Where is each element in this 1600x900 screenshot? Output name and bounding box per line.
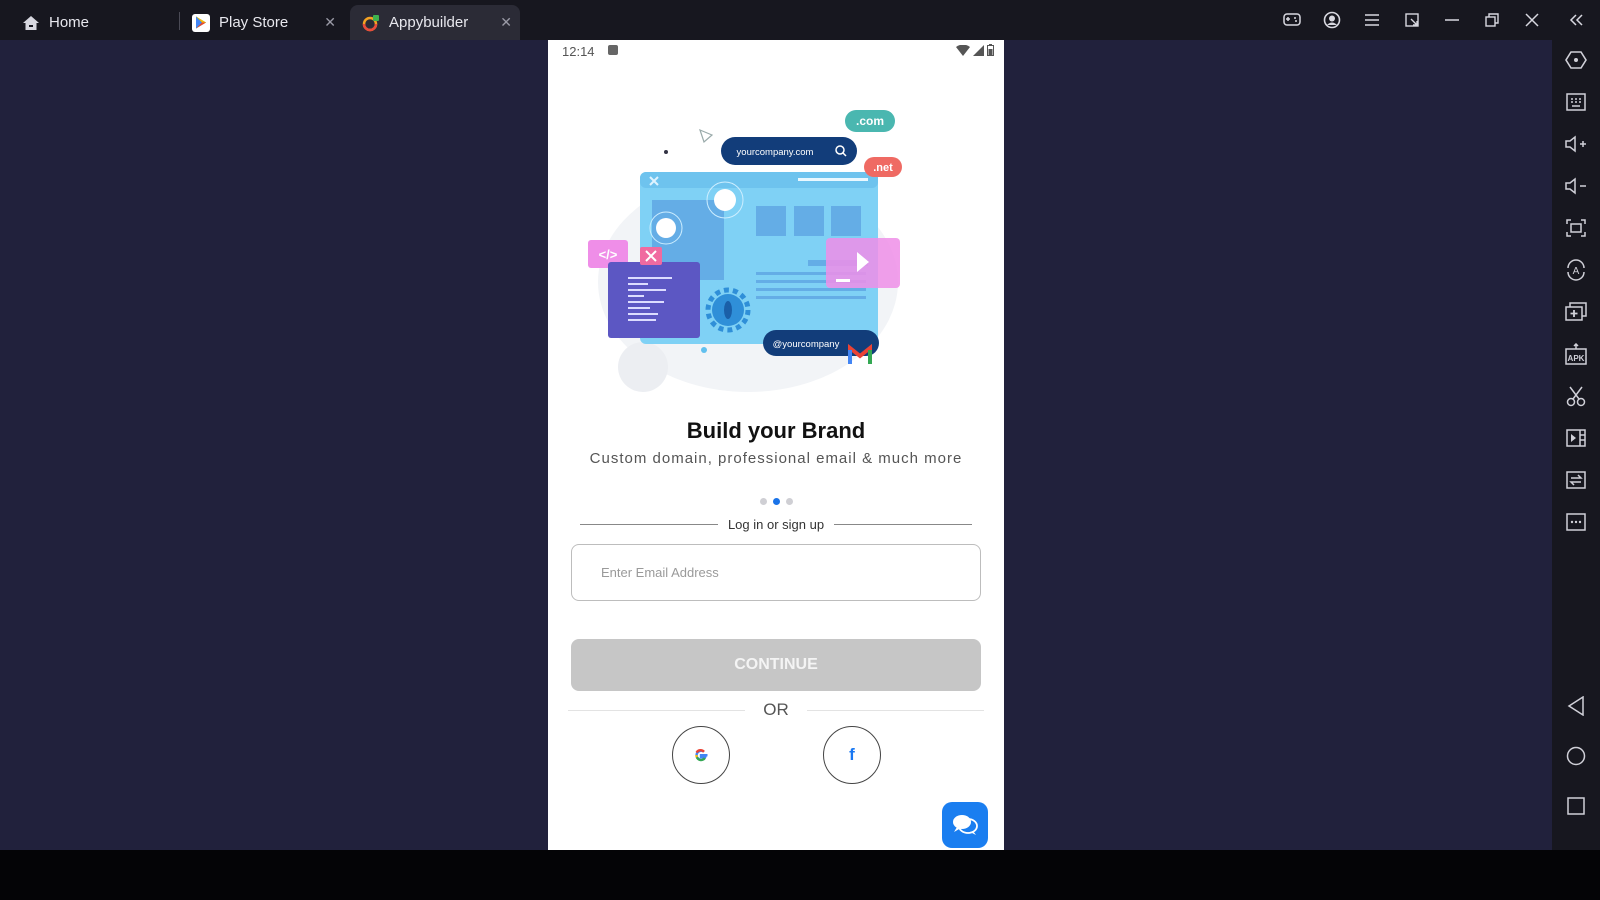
bottom-bar	[0, 850, 1600, 900]
android-screen: 12:14 yourcompany.com .com .net </> @you…	[548, 40, 1004, 850]
rotate-icon[interactable]: A	[1564, 258, 1588, 282]
gamepad-icon[interactable]	[1280, 8, 1304, 32]
continue-button[interactable]: CONTINUE	[571, 639, 981, 691]
sync-icon[interactable]	[1564, 468, 1588, 492]
appybuilder-icon	[362, 14, 380, 32]
multi-instance-icon[interactable]	[1564, 300, 1588, 324]
svg-text:APK: APK	[1568, 354, 1585, 363]
tab-home[interactable]: Home	[22, 5, 89, 40]
volume-up-icon[interactable]	[1564, 132, 1588, 156]
google-icon	[695, 749, 708, 762]
facebook-icon: f	[849, 745, 855, 764]
play-store-icon	[192, 13, 210, 32]
divider-line	[834, 523, 972, 525]
fullscreen-icon[interactable]	[1564, 216, 1588, 240]
home-nav-icon[interactable]	[1564, 744, 1588, 768]
screenshot-scissors-icon[interactable]	[1564, 384, 1588, 408]
onboarding-subtitle: Custom domain, professional email & much…	[589, 450, 963, 467]
illus-email: @yourcompany	[773, 339, 840, 350]
notification-icon	[608, 45, 618, 55]
battery-icon	[987, 44, 994, 56]
volume-down-icon[interactable]	[1564, 174, 1588, 198]
divider-line	[568, 709, 746, 711]
minimize-icon[interactable]	[1440, 8, 1464, 32]
brand-illustration: yourcompany.com .com .net </> @yourcompa…	[588, 110, 902, 392]
illus-badge-net: .net	[873, 162, 893, 174]
emulator-sidebar: A APK	[1552, 40, 1600, 850]
onboarding-title: Build your Brand	[686, 418, 866, 443]
divider-line	[806, 709, 984, 711]
facebook-login-button[interactable]: f	[823, 726, 881, 784]
tab-label: Home	[49, 14, 90, 31]
or-divider: OR	[568, 698, 984, 722]
illus-badge-com: .com	[856, 114, 884, 128]
tab-label: Play Store	[219, 14, 289, 31]
settings-icon[interactable]	[1564, 48, 1588, 72]
login-divider: Log in or sign up	[580, 514, 972, 534]
menu-icon[interactable]	[1360, 8, 1384, 32]
more-icon[interactable]	[1564, 510, 1588, 534]
close-icon[interactable]	[1520, 8, 1544, 32]
svg-text:A: A	[1573, 266, 1580, 277]
tab-label: Appybuilder	[389, 14, 469, 31]
home-icon	[22, 14, 40, 32]
carousel-dot-1[interactable]	[759, 498, 767, 505]
status-bar: 12:14	[548, 40, 1004, 62]
chat-support-button[interactable]	[942, 802, 988, 848]
record-video-icon[interactable]	[1564, 426, 1588, 450]
chat-bubbles-icon	[953, 815, 978, 835]
title-bar: Home Play Store ✕ Appybuilder ✕	[0, 0, 1600, 40]
close-tab-icon[interactable]: ✕	[324, 14, 336, 31]
signal-icon	[973, 44, 984, 56]
login-divider-label: Log in or sign up	[727, 516, 825, 532]
divider-line	[580, 523, 718, 525]
back-icon[interactable]	[1564, 694, 1588, 718]
or-label: OR	[763, 700, 789, 719]
account-icon[interactable]	[1320, 8, 1344, 32]
restore-icon[interactable]	[1480, 8, 1504, 32]
svg-text:</>: </>	[599, 247, 618, 262]
close-tab-icon[interactable]: ✕	[500, 14, 512, 31]
collapse-sidebar-icon[interactable]	[1564, 8, 1588, 32]
resize-icon[interactable]	[1400, 8, 1424, 32]
illus-domain: yourcompany.com	[737, 147, 814, 158]
tab-separator	[179, 12, 180, 30]
carousel-dot-2[interactable]	[772, 498, 780, 505]
keyboard-icon[interactable]	[1564, 90, 1588, 114]
email-input[interactable]	[571, 544, 981, 601]
install-apk-icon[interactable]: APK	[1564, 342, 1588, 366]
tab-appybuilder[interactable]: Appybuilder ✕	[350, 5, 520, 40]
carousel-indicator	[548, 498, 1004, 505]
google-login-button[interactable]	[672, 726, 730, 784]
status-time: 12:14	[562, 44, 595, 59]
carousel-dot-3[interactable]	[785, 498, 793, 505]
wifi-icon	[956, 44, 970, 56]
recents-icon[interactable]	[1564, 794, 1588, 818]
tab-play-store[interactable]: Play Store ✕	[192, 5, 344, 40]
